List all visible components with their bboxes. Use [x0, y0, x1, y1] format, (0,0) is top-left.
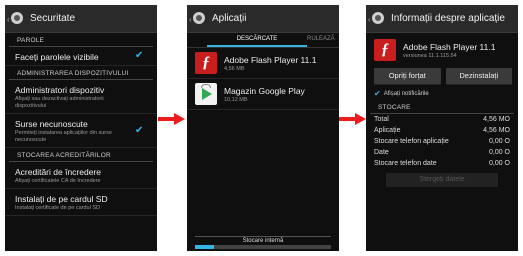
action-bar: ‹ Informații despre aplicație: [366, 5, 518, 33]
section-header-device-admin: ADMINISTRAREA DISPOZITIVULUI: [9, 66, 153, 80]
list-item[interactable]: ƒ Adobe Flash Player 11.1 4,56 MB: [187, 48, 339, 79]
section-header-passwords: PAROLE: [9, 33, 153, 47]
storage-value: 4,56 MO: [483, 127, 510, 134]
chevron-left-icon: ‹: [7, 14, 10, 24]
storage-value: 4,56 MO: [483, 116, 510, 123]
pref-unknown-sources[interactable]: Surse necunoscute Permiteți instalarea a…: [5, 114, 157, 148]
pref-install-from-sd[interactable]: Instalați de pe cardul SD Instalați cert…: [5, 189, 157, 216]
tab-running[interactable]: RULEAZĂ: [307, 33, 335, 47]
applications-screen: ‹ Aplicații DESCĂRCATE RULEAZĂ ƒ Adobe F…: [187, 5, 339, 251]
storage-row: Stocare telefon date 0,00 O: [366, 158, 518, 169]
storage-row: Date 0,00 O: [366, 147, 518, 158]
storage-table: Total 4,56 MO Aplicație 4,56 MO Stocare …: [366, 114, 518, 169]
storage-row: Aplicație 4,56 MO: [366, 125, 518, 136]
page-title: Informații despre aplicație: [391, 13, 505, 24]
storage-value: 0,00 O: [488, 160, 510, 167]
pref-device-admins[interactable]: Administratori dispozitiv Afișați sau de…: [5, 80, 157, 114]
chevron-left-icon: ‹: [368, 14, 371, 24]
storage-used-fill: [195, 245, 215, 249]
chevron-left-icon: ‹: [189, 14, 192, 24]
action-bar: ‹ Aplicații: [187, 5, 339, 33]
force-stop-button[interactable]: Opriți forțat: [374, 68, 441, 85]
storage-label: Stocare telefon aplicație: [374, 138, 449, 145]
notifications-label: Afișați notificările: [383, 90, 429, 97]
app-name: Magazin Google Play: [224, 85, 305, 96]
arrow-right-icon: [158, 113, 186, 125]
show-notifications-toggle[interactable]: ✔ Afișați notificările: [366, 87, 518, 100]
settings-back-button[interactable]: ‹: [368, 9, 388, 29]
clear-data-button[interactable]: Ștergeți datele: [386, 173, 498, 187]
app-name: Adobe Flash Player 11.1: [403, 41, 496, 52]
page-title: Securitate: [30, 13, 76, 24]
uninstall-button[interactable]: Dezinstalați: [445, 68, 512, 85]
settings-back-button[interactable]: ‹: [189, 9, 209, 29]
settings-back-button[interactable]: ‹: [7, 9, 27, 29]
action-bar: ‹ Securitate: [5, 5, 157, 33]
checkbox-checked-icon[interactable]: ✔: [135, 125, 145, 136]
gear-icon: [193, 11, 205, 24]
flash-icon: ƒ: [195, 52, 217, 74]
checkbox-checked-icon[interactable]: ✔: [374, 89, 381, 98]
storage-label: Stocare internă: [242, 238, 284, 244]
checkbox-checked-icon[interactable]: ✔: [135, 51, 145, 61]
list-item[interactable]: Magazin Google Play 10,12 MB: [187, 79, 339, 110]
storage-row: Stocare telefon aplicație 0,00 O: [366, 136, 518, 147]
tab-downloaded[interactable]: DESCĂRCATE: [207, 33, 307, 47]
gear-icon: [372, 11, 384, 24]
security-screen: ‹ Securitate PAROLE Faceți parolele vizi…: [5, 5, 157, 251]
pref-title: Surse necunoscute: [15, 119, 88, 129]
storage-value: 0,00 O: [488, 138, 510, 145]
storage-bar: [195, 245, 331, 249]
pref-title: Instalați de pe cardul SD: [15, 194, 108, 204]
play-store-icon: [195, 83, 217, 105]
pref-subtitle: Permiteți instalarea aplicațiilor din su…: [15, 130, 112, 143]
app-name: Adobe Flash Player 11.1: [224, 54, 317, 65]
storage-label: Aplicație: [374, 127, 401, 134]
storage-indicator: Stocare internă: [195, 236, 331, 251]
page-title: Aplicații: [212, 13, 247, 24]
action-buttons: Opriți forțat Dezinstalați: [366, 64, 518, 87]
app-size: 10,12 MB: [224, 96, 248, 103]
pref-subtitle: Afișați sau dezactivați administratorii …: [15, 96, 104, 109]
app-header: ƒ Adobe Flash Player 11.1 versiunea 11.1…: [366, 33, 518, 64]
pref-title: Faceți parolele vizibile: [15, 52, 99, 62]
storage-label: Date: [374, 149, 389, 156]
section-header-storage: STOCARE: [370, 100, 514, 114]
pref-subtitle: Instalați certificate de pe cardul SD: [15, 205, 100, 211]
tab-strip: DESCĂRCATE RULEAZĂ: [187, 33, 339, 48]
app-size: 4,56 MB: [224, 65, 245, 72]
storage-label: Total: [374, 116, 389, 123]
pref-subtitle: Afișați certificatele CA de încredere: [15, 178, 101, 184]
section-header-credential-storage: STOCAREA ACREDITĂRILOR: [9, 148, 153, 162]
app-info-screen: ‹ Informații despre aplicație ƒ Adobe Fl…: [366, 5, 518, 251]
storage-value: 0,00 O: [488, 149, 510, 156]
pref-trusted-credentials[interactable]: Acreditări de încredere Afișați certific…: [5, 162, 157, 189]
storage-label: Stocare telefon date: [374, 160, 437, 167]
app-version: versiunea 11.1.115.54: [403, 52, 457, 59]
gear-icon: [11, 11, 23, 24]
storage-row: Total 4,56 MO: [366, 114, 518, 125]
flash-icon: ƒ: [374, 39, 396, 61]
pref-title: Administratori dispozitiv: [15, 85, 105, 95]
pref-title: Acreditări de încredere: [15, 167, 101, 177]
arrow-right-icon: [339, 113, 367, 125]
pref-visible-passwords[interactable]: Faceți parolele vizibile ✔: [5, 47, 157, 66]
